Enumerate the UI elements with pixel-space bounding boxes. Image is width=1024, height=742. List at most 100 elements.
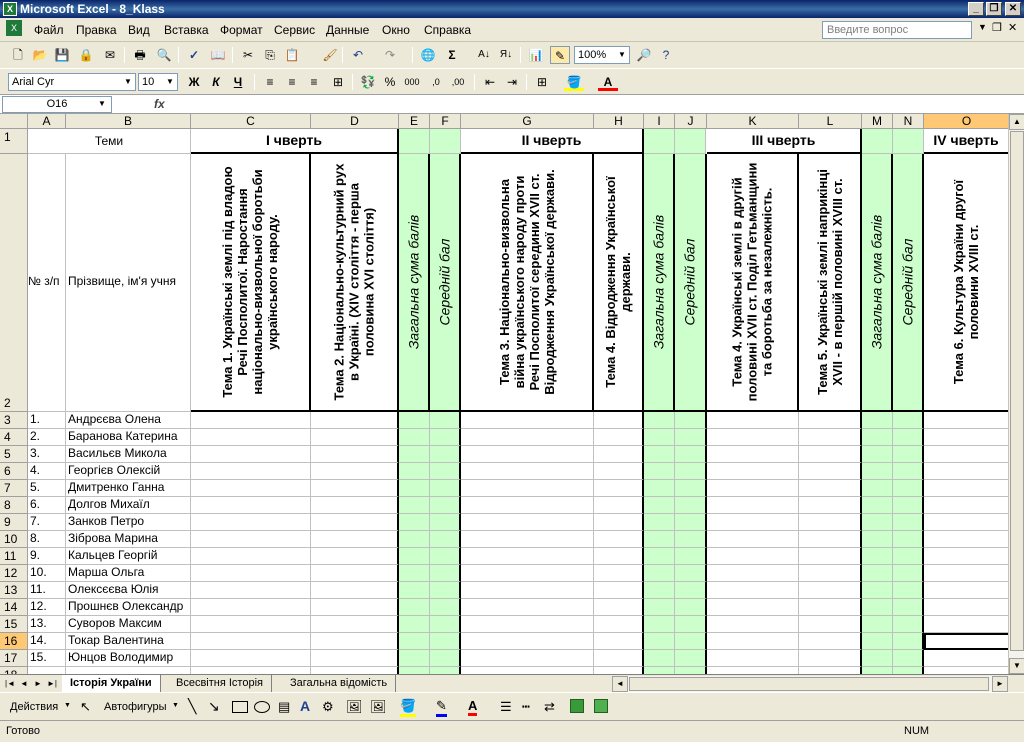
- cell-g11[interactable]: [461, 548, 594, 565]
- align-left-icon[interactable]: ≡: [260, 73, 280, 91]
- actions-menu[interactable]: Действия: [10, 701, 58, 713]
- cell-e11[interactable]: [399, 548, 430, 565]
- cell-g15[interactable]: [461, 616, 594, 633]
- cell-a4[interactable]: 2.: [28, 429, 66, 446]
- cell-b9[interactable]: Занков Петро: [66, 514, 191, 531]
- row-header-18[interactable]: 18: [0, 667, 28, 674]
- cell-h10[interactable]: [594, 531, 644, 548]
- increase-indent-icon[interactable]: ⇥: [502, 73, 522, 91]
- menu-view[interactable]: Вид: [128, 23, 150, 37]
- row-header-5[interactable]: 5: [0, 446, 28, 463]
- row-header-4[interactable]: 4: [0, 429, 28, 446]
- cell-o15[interactable]: [924, 616, 1008, 633]
- cell-c16[interactable]: [191, 633, 311, 650]
- row-header-7[interactable]: 7: [0, 480, 28, 497]
- column-header-h[interactable]: H: [594, 114, 644, 129]
- cell-d14[interactable]: [311, 599, 399, 616]
- row-header-6[interactable]: 6: [0, 463, 28, 480]
- cell-i7[interactable]: [644, 480, 675, 497]
- cell-a7[interactable]: 5.: [28, 480, 66, 497]
- cell-a6[interactable]: 4.: [28, 463, 66, 480]
- autoshapes-menu[interactable]: Автофигуры: [104, 701, 167, 713]
- cell-b3[interactable]: Андрєєва Олена: [66, 412, 191, 429]
- cell-k5[interactable]: [707, 446, 799, 463]
- italic-button[interactable]: К: [206, 73, 226, 91]
- cell-j13[interactable]: [675, 582, 707, 599]
- cell-n10[interactable]: [893, 531, 924, 548]
- cell-l15[interactable]: [799, 616, 862, 633]
- cell-c8[interactable]: [191, 497, 311, 514]
- cell-g13[interactable]: [461, 582, 594, 599]
- sort-descending-icon[interactable]: Я↓: [496, 46, 516, 64]
- cell-l7[interactable]: [799, 480, 862, 497]
- cell-a18[interactable]: [28, 667, 66, 674]
- menu-file[interactable]: Файл: [34, 23, 64, 37]
- menu-edit[interactable]: Правка: [76, 23, 117, 37]
- cell-n17[interactable]: [893, 650, 924, 667]
- scroll-left-icon[interactable]: ◄: [612, 676, 628, 692]
- cell-a16[interactable]: 14.: [28, 633, 66, 650]
- cell-o6[interactable]: [924, 463, 1008, 480]
- cell-c5[interactable]: [191, 446, 311, 463]
- merge-center-icon[interactable]: ⊞: [328, 73, 348, 91]
- header-green-e[interactable]: [399, 129, 430, 154]
- cell-d13[interactable]: [311, 582, 399, 599]
- autoshapes-dropdown-icon[interactable]: ▼: [172, 702, 179, 709]
- cell-j4[interactable]: [675, 429, 707, 446]
- cell-m7[interactable]: [862, 480, 893, 497]
- percent-icon[interactable]: %: [380, 73, 400, 91]
- namebox-dropdown-icon[interactable]: ▼: [98, 99, 106, 108]
- row-header-8[interactable]: 8: [0, 497, 28, 514]
- cell-j7[interactable]: [675, 480, 707, 497]
- cell-h3[interactable]: [594, 412, 644, 429]
- cell-d15[interactable]: [311, 616, 399, 633]
- column-header-b[interactable]: B: [66, 114, 191, 129]
- cell-b17[interactable]: Юнцов Володимир: [66, 650, 191, 667]
- vertical-scrollbar[interactable]: ▲ ▼: [1008, 114, 1024, 674]
- cell-g3[interactable]: [461, 412, 594, 429]
- oval-icon[interactable]: [254, 701, 270, 713]
- cell-e9[interactable]: [399, 514, 430, 531]
- cell-f13[interactable]: [430, 582, 461, 599]
- cell-n11[interactable]: [893, 548, 924, 565]
- cell-l17[interactable]: [799, 650, 862, 667]
- cell-l14[interactable]: [799, 599, 862, 616]
- cell-j16[interactable]: [675, 633, 707, 650]
- cell-d7[interactable]: [311, 480, 399, 497]
- cell-j6[interactable]: [675, 463, 707, 480]
- redo-icon[interactable]: ↷: [380, 46, 400, 64]
- cell-n12[interactable]: [893, 565, 924, 582]
- cell-f5[interactable]: [430, 446, 461, 463]
- minimize-button[interactable]: _: [968, 2, 984, 16]
- new-icon[interactable]: 🗋: [8, 46, 28, 64]
- cell-g5[interactable]: [461, 446, 594, 463]
- cell-k13[interactable]: [707, 582, 799, 599]
- cell-m12[interactable]: [862, 565, 893, 582]
- font-select[interactable]: Arial Cyr ▼: [8, 73, 136, 91]
- cell-d18[interactable]: [311, 667, 399, 674]
- column-header-n[interactable]: N: [893, 114, 924, 129]
- cell-l3[interactable]: [799, 412, 862, 429]
- cell-e17[interactable]: [399, 650, 430, 667]
- cell-h9[interactable]: [594, 514, 644, 531]
- header-topic-o[interactable]: Тема 6. Культура України другої половини…: [924, 154, 1008, 412]
- cell-f7[interactable]: [430, 480, 461, 497]
- cell-k9[interactable]: [707, 514, 799, 531]
- cell-b5[interactable]: Васильєв Микола: [66, 446, 191, 463]
- cell-f3[interactable]: [430, 412, 461, 429]
- cell-e14[interactable]: [399, 599, 430, 616]
- cell-b10[interactable]: Зіброва Марина: [66, 531, 191, 548]
- cell-e16[interactable]: [399, 633, 430, 650]
- cell-d12[interactable]: [311, 565, 399, 582]
- cell-n9[interactable]: [893, 514, 924, 531]
- dash-style-icon[interactable]: ┅: [522, 699, 530, 715]
- cell-l16[interactable]: [799, 633, 862, 650]
- cell-n14[interactable]: [893, 599, 924, 616]
- row-header-1[interactable]: 1: [0, 129, 28, 154]
- font-dropdown-icon[interactable]: ▼: [122, 75, 134, 89]
- ask-dropdown-icon[interactable]: ▼: [978, 22, 987, 32]
- align-center-icon[interactable]: ≡: [282, 73, 302, 91]
- cell-j5[interactable]: [675, 446, 707, 463]
- cell-i13[interactable]: [644, 582, 675, 599]
- header-num[interactable]: № з/п: [28, 154, 66, 412]
